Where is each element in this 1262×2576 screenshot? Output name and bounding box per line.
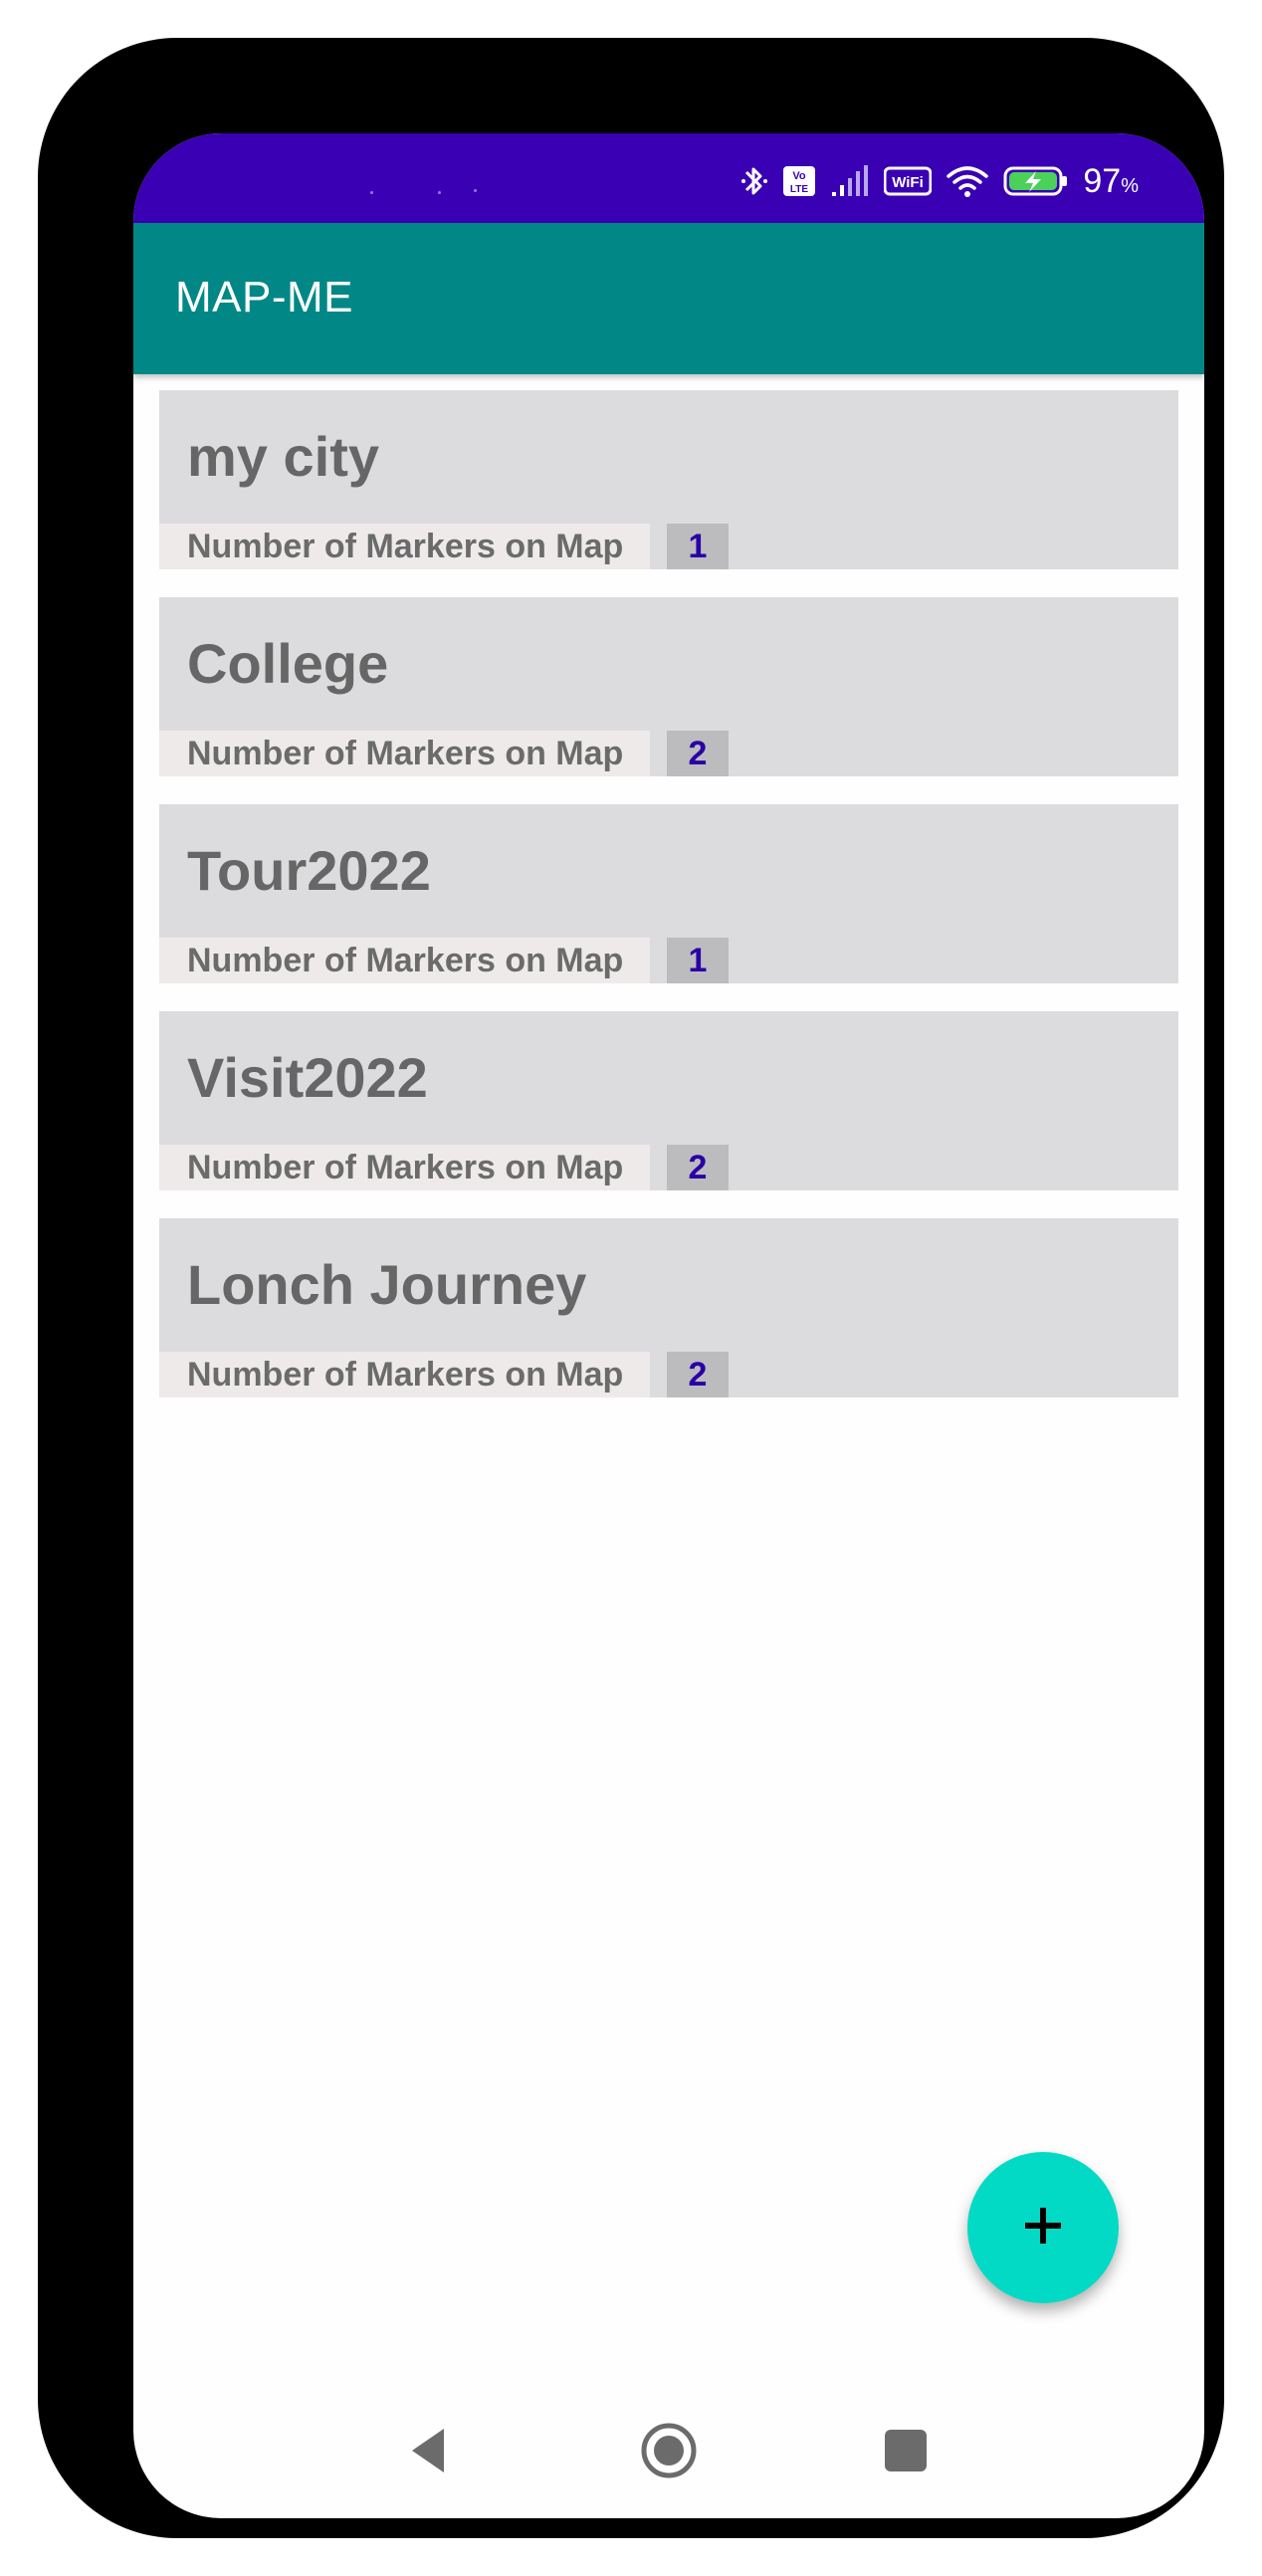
app-title: MAP-ME [175, 273, 353, 322]
battery-charging-icon [1003, 165, 1069, 197]
map-name: Visit2022 [187, 1046, 428, 1109]
marker-count-value: 1 [667, 938, 729, 983]
add-map-button[interactable] [967, 2152, 1119, 2303]
svg-text:LTE: LTE [790, 184, 808, 195]
back-button[interactable] [388, 2413, 468, 2492]
status-bar: Vo LTE WiFi 97% [133, 133, 1204, 223]
marker-count-value: 1 [667, 524, 729, 569]
status-notification-dots [370, 189, 569, 195]
map-name: Lonch Journey [187, 1253, 587, 1316]
phone-frame: Vo LTE WiFi 97% MAP-ME my city Number of… [38, 38, 1224, 2538]
map-card[interactable]: College Number of Markers on Map 2 [159, 597, 1178, 776]
battery-percentage: 97% [1083, 161, 1139, 200]
marker-count-value: 2 [667, 1145, 729, 1190]
screen: Vo LTE WiFi 97% MAP-ME my city Number of… [133, 133, 1204, 2518]
marker-count-label: Number of Markers on Map [159, 1145, 650, 1190]
app-bar: MAP-ME [133, 223, 1204, 374]
home-icon [639, 2421, 699, 2485]
volte-icon: Vo LTE [782, 165, 816, 197]
map-card[interactable]: my city Number of Markers on Map 1 [159, 390, 1178, 569]
marker-count-label: Number of Markers on Map [159, 731, 650, 776]
bluetooth-icon [740, 163, 768, 199]
svg-text:Vo: Vo [793, 170, 807, 182]
marker-count-value: 2 [667, 1352, 729, 1397]
plus-icon [1021, 2204, 1065, 2253]
home-button[interactable] [629, 2413, 709, 2492]
marker-count-value: 2 [667, 731, 729, 776]
wifi-calling-icon: WiFi [884, 165, 933, 197]
svg-text:WiFi: WiFi [893, 174, 925, 191]
map-card[interactable]: Visit2022 Number of Markers on Map 2 [159, 1011, 1178, 1190]
status-icons: Vo LTE WiFi 97% [740, 161, 1139, 201]
marker-count-label: Number of Markers on Map [159, 938, 650, 983]
back-icon [406, 2425, 450, 2481]
signal-icon [830, 165, 870, 197]
system-nav-bar [133, 2423, 1204, 2518]
recents-icon [883, 2428, 929, 2478]
map-name: Tour2022 [187, 839, 431, 902]
marker-count-label: Number of Markers on Map [159, 1352, 650, 1397]
marker-count-label: Number of Markers on Map [159, 524, 650, 569]
map-card[interactable]: Tour2022 Number of Markers on Map 1 [159, 804, 1178, 983]
wifi-icon [946, 164, 989, 198]
map-name: my city [187, 425, 379, 488]
map-list: my city Number of Markers on Map 1 Colle… [159, 390, 1178, 1425]
recents-button[interactable] [866, 2413, 946, 2492]
map-card[interactable]: Lonch Journey Number of Markers on Map 2 [159, 1218, 1178, 1397]
map-name: College [187, 632, 389, 695]
